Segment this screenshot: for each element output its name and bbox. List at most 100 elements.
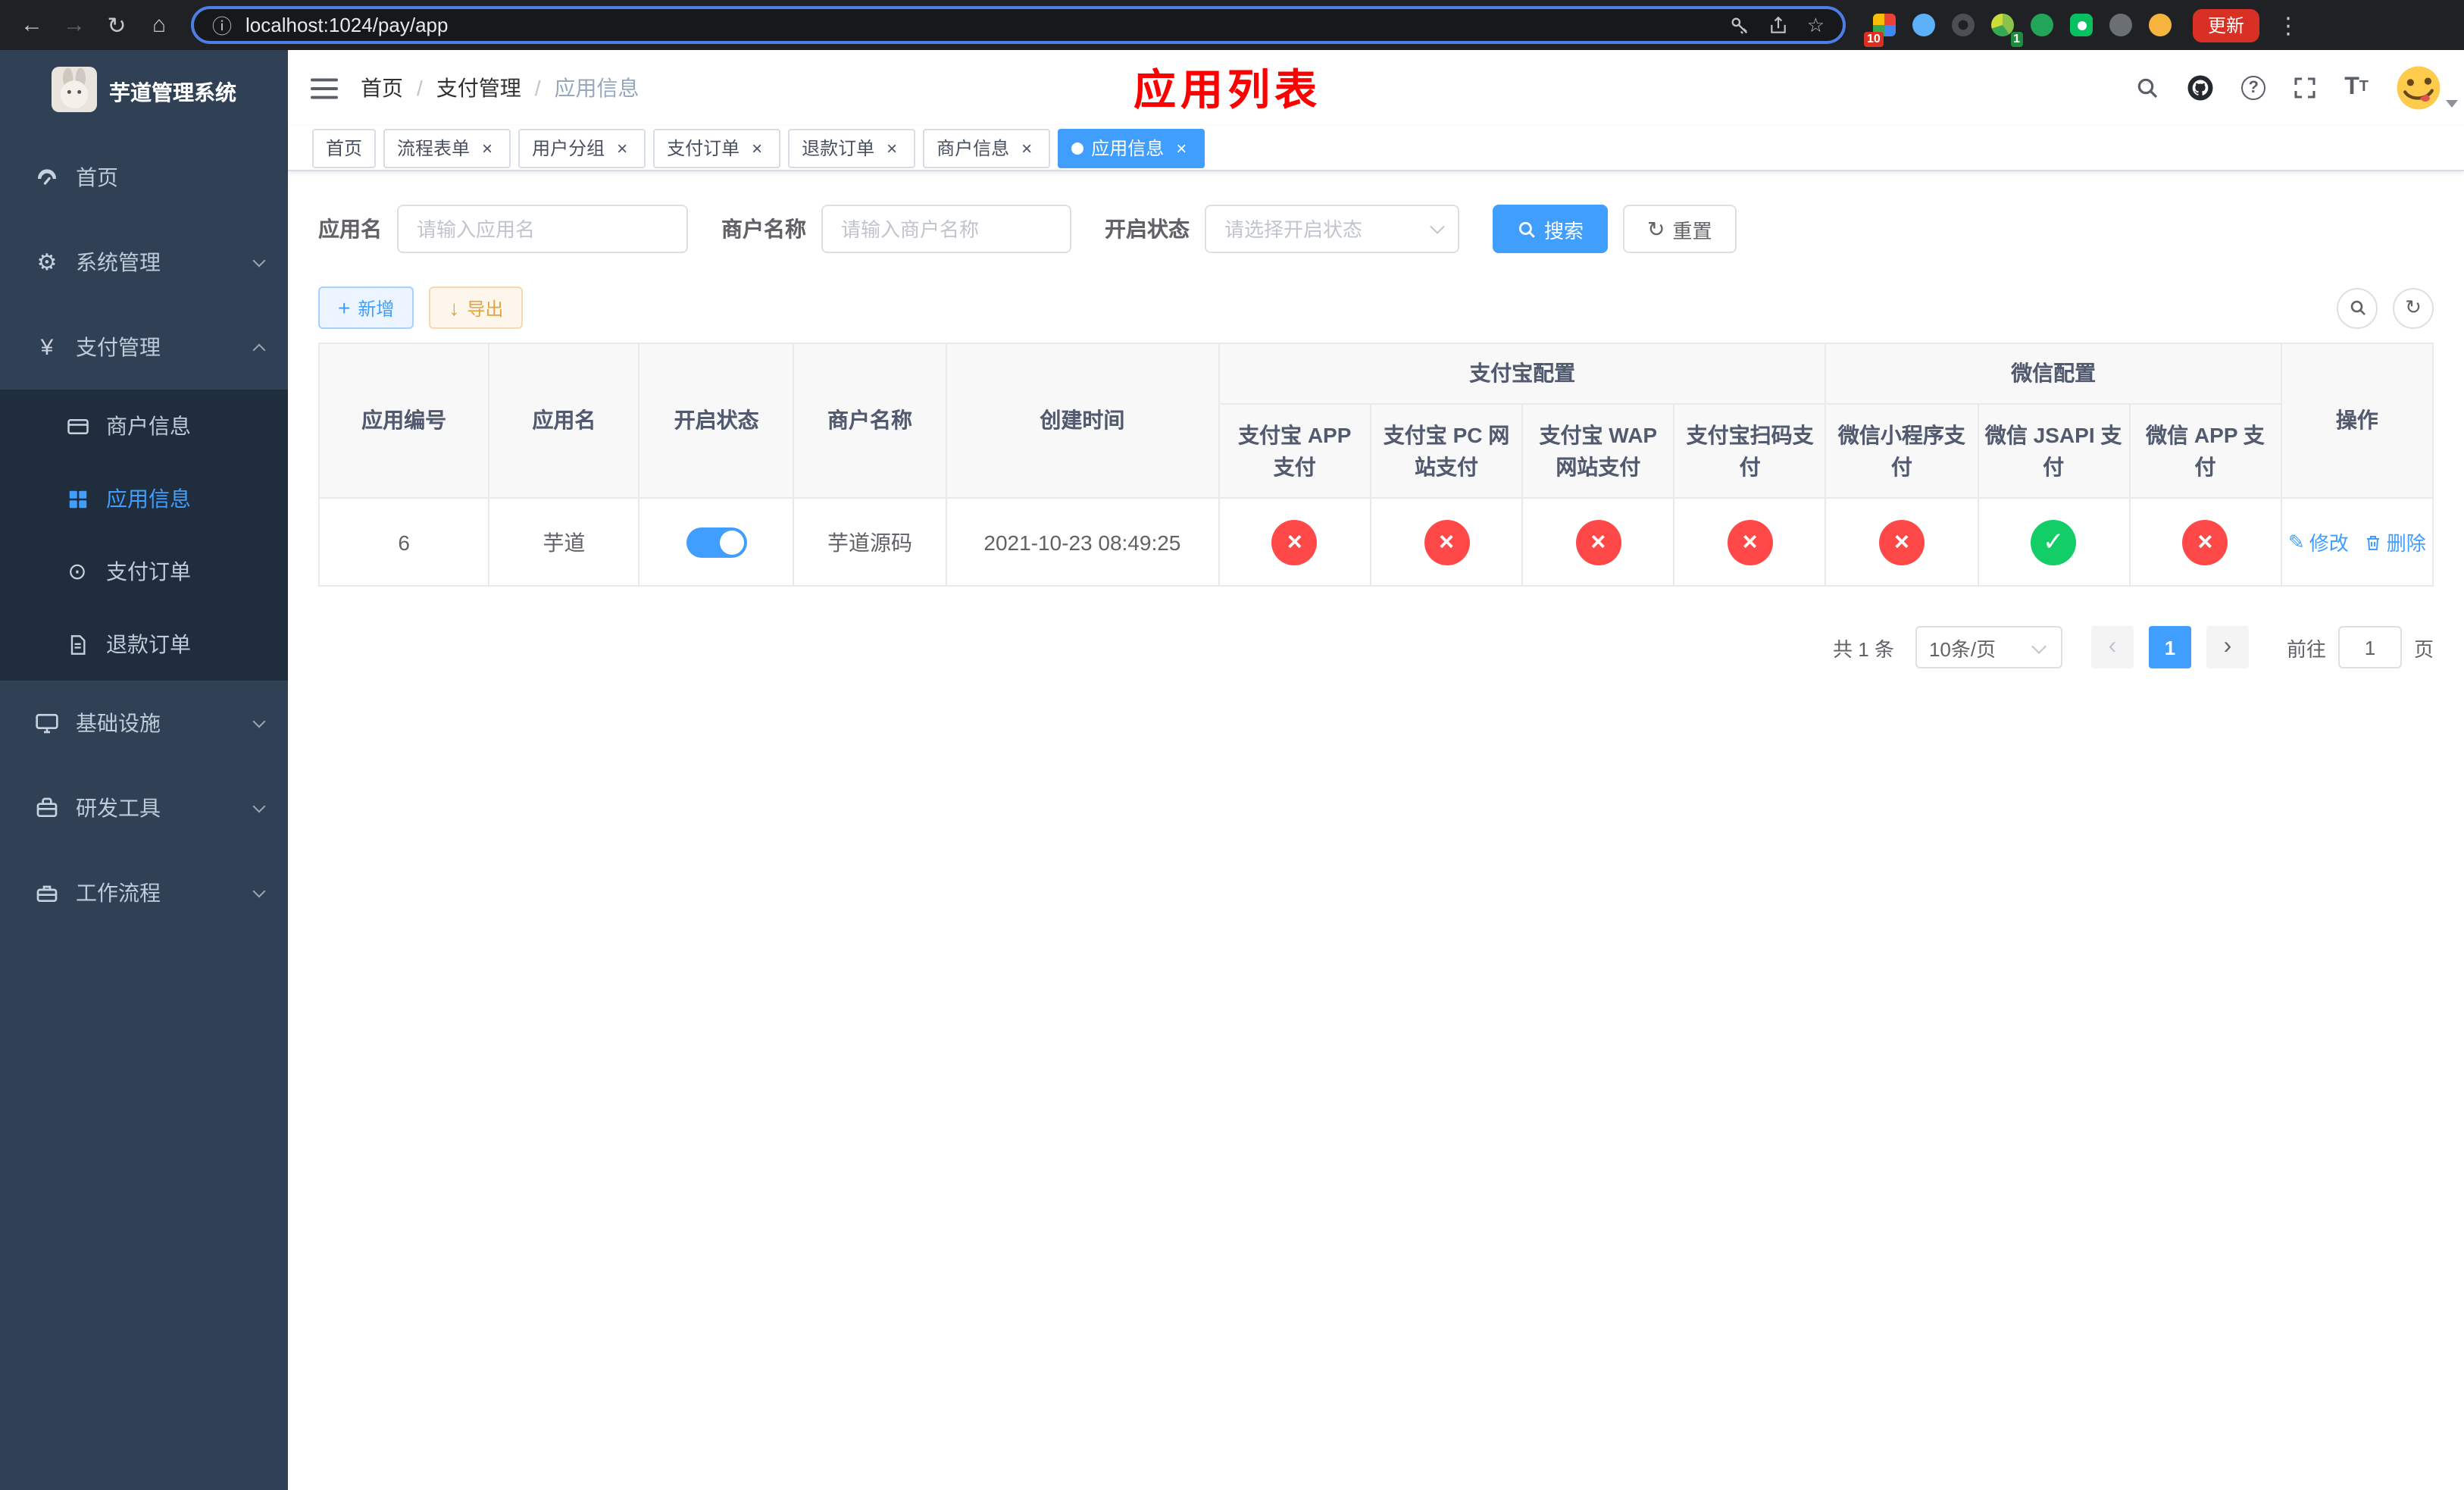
search-icon[interactable] [2122,76,2173,100]
extension-icon-7[interactable] [2103,8,2138,42]
url-text[interactable]: localhost:1024/pay/app [245,14,1712,36]
sidebar-item-pay-order[interactable]: ⊙ 支付订单 [0,535,288,608]
page-title: 应用列表 [1133,67,1322,114]
sidebar-item-system[interactable]: ⚙ 系统管理 [0,220,288,305]
extension-icon-2[interactable] [1906,8,1941,42]
search-button[interactable]: 搜索 [1493,205,1609,253]
caret-down-icon [2446,100,2458,108]
sidebar-item-label: 支付管理 [76,335,161,359]
page-size-select[interactable]: 10条/页 [1915,626,2062,668]
back-icon[interactable]: ← [12,5,52,45]
toggle-search-button[interactable] [2337,287,2378,328]
sidebar-item-label: 应用信息 [106,487,191,511]
enable-status-select[interactable] [1205,205,1459,253]
extension-icon-1[interactable]: 10 [1864,8,1902,47]
column-header-status: 开启状态 [638,343,795,499]
alipay-app-status-icon: × [1271,519,1318,565]
edit-link[interactable]: ✎ 修改 [2288,527,2349,556]
github-icon[interactable] [2173,74,2228,102]
breadcrumb-payment[interactable]: 支付管理 [436,73,521,103]
close-icon[interactable]: × [1171,138,1191,158]
next-page-button[interactable]: › [2206,626,2249,668]
browser-toolbar: ← → ↻ ⌂ ⓘ localhost:1024/pay/app ☆ 10 1 … [0,0,2464,50]
url-bar[interactable]: ⓘ localhost:1024/pay/app ☆ [191,6,1846,44]
hamburger-icon[interactable] [288,50,361,126]
active-dot [1071,142,1084,154]
tab-home[interactable]: 首页 [312,128,377,167]
sidebar-item-merchant-info[interactable]: 商户信息 [0,390,288,462]
close-icon[interactable]: × [882,138,902,158]
reload-icon[interactable]: ↻ [97,5,136,45]
extension-icon-8[interactable] [2143,8,2178,42]
sidebar-item-dev-tools[interactable]: 研发工具 [0,765,288,850]
app-logo [52,66,97,119]
screen: ← → ↻ ⌂ ⓘ localhost:1024/pay/app ☆ 10 1 … [0,0,2464,1490]
forward-icon[interactable]: → [55,5,94,45]
document-icon [64,633,91,656]
password-key-icon[interactable] [1730,14,1751,36]
breadcrumb-home[interactable]: 首页 [361,73,403,103]
sidebar-item-home[interactable]: 首页 [0,135,288,220]
browser-update-button[interactable]: 更新 [2193,8,2260,42]
delete-link[interactable]: 删除 [2364,527,2426,556]
sidebar-item-label: 工作流程 [76,881,161,905]
extension-icon-5[interactable] [2025,8,2059,42]
export-button[interactable]: ↓ 导出 [429,286,524,329]
column-header-alipay-pc: 支付宝 PC 网站支付 [1369,403,1524,499]
wechat-jsapi-status-icon: ✓ [2031,519,2077,565]
reset-button[interactable]: ↻ 重置 [1623,205,1737,253]
tab-refund-order[interactable]: 退款订单 × [788,128,916,167]
column-header-app-id: 应用编号 [317,343,490,499]
extension-icon-3[interactable] [1946,8,1981,42]
add-button[interactable]: + 新增 [318,286,414,329]
sidebar-item-workflow[interactable]: 工作流程 [0,850,288,935]
font-size-icon[interactable]: TT [2331,75,2382,100]
credit-card-icon [64,415,91,437]
navbar: 首页 / 支付管理 / 应用信息 应用列表 ? T T [288,50,2464,126]
help-icon[interactable]: ? [2228,76,2279,100]
chevron-down-icon [252,714,266,728]
app-name-input[interactable] [397,205,688,253]
sidebar-item-infrastructure[interactable]: 基础设施 [0,681,288,765]
close-icon[interactable]: × [477,138,497,158]
column-header-merchant: 商户名称 [793,343,947,499]
extension-icon-6[interactable] [2064,8,2099,42]
sidebar-item-payment[interactable]: ¥ 支付管理 [0,305,288,390]
edit-icon: ✎ [2287,530,2305,552]
page-number-1[interactable]: 1 [2148,626,2191,668]
tab-pay-order[interactable]: 支付订单 × [653,128,781,167]
enable-status-toggle[interactable] [686,527,747,557]
breadcrumb: 首页 / 支付管理 / 应用信息 [361,73,639,103]
extension-badge: 1 [2010,32,2023,47]
column-header-wechat-jsapi: 微信 JSAPI 支付 [1977,403,2131,499]
close-icon[interactable]: × [612,138,632,158]
sidebar-item-refund-order[interactable]: 退款订单 [0,608,288,681]
merchant-name-input[interactable] [821,205,1071,253]
tab-process-form[interactable]: 流程表单 × [383,128,511,167]
user-avatar[interactable] [2394,64,2458,112]
close-icon[interactable]: × [747,138,767,158]
bookmark-star-icon[interactable]: ☆ [1807,13,1825,37]
chevron-down-icon [252,799,266,812]
site-info-icon[interactable]: ⓘ [212,11,232,39]
extension-icon-4[interactable]: 1 [1985,8,2023,47]
fullscreen-icon[interactable] [2279,76,2331,100]
sidebar-item-label: 退款订单 [106,632,191,656]
prev-page-button[interactable]: ‹ [2090,626,2134,668]
goto-page-input[interactable] [2337,626,2402,668]
alipay-pc-status-icon: × [1424,519,1470,565]
refresh-table-button[interactable]: ↻ [2393,287,2434,328]
column-header-alipay-qr: 支付宝扫码支付 [1673,403,1827,499]
sidebar-item-app-info[interactable]: 应用信息 [0,462,288,535]
toolbox-icon [33,796,61,820]
app-title: 芋道管理系统 [109,80,236,105]
chevron-down-icon [252,884,266,897]
grid-icon [64,487,91,510]
close-icon[interactable]: × [1017,138,1037,158]
tab-merchant-info[interactable]: 商户信息 × [923,128,1051,167]
tab-user-group[interactable]: 用户分组 × [518,128,646,167]
tab-app-info[interactable]: 应用信息 × [1058,128,1205,167]
share-icon[interactable] [1769,14,1789,36]
browser-menu-icon[interactable]: ⋮ [2275,11,2302,39]
home-icon[interactable]: ⌂ [139,5,179,45]
